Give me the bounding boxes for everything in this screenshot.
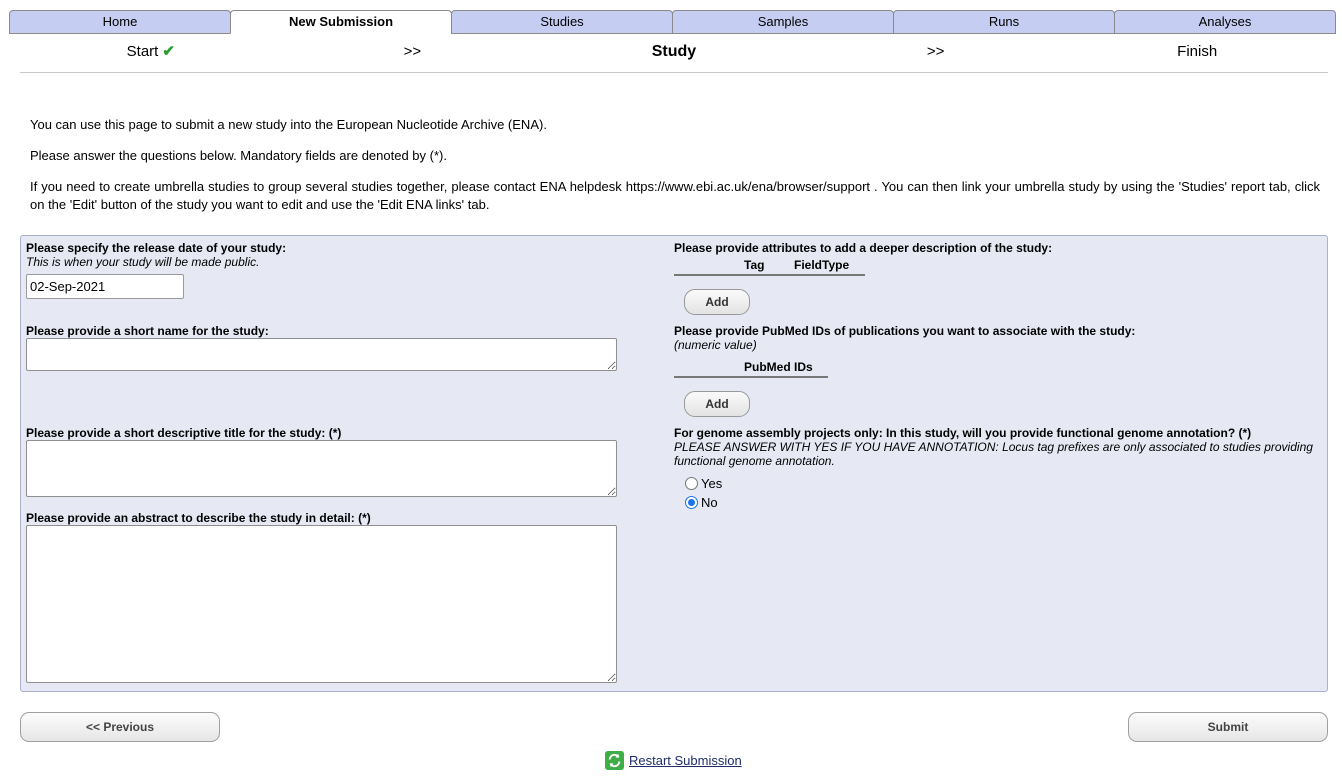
tab-home[interactable]: Home — [9, 10, 231, 34]
restart-submission[interactable]: Restart Submission — [605, 751, 742, 770]
abstract-field[interactable] — [26, 525, 617, 683]
tab-analyses[interactable]: Analyses — [1114, 10, 1336, 34]
study-form-panel: Please specify the release date of your … — [20, 235, 1328, 692]
radio-yes[interactable] — [685, 477, 698, 490]
pubmed-hint: (numeric value) — [674, 338, 757, 352]
annotation-yes-label: Yes — [701, 476, 723, 491]
release-date-hint: This is when your study will be made pub… — [26, 255, 260, 269]
release-date-input[interactable]: 02-Sep-2021 — [26, 274, 184, 299]
annotation-yes-option[interactable]: Yes — [685, 476, 722, 491]
restart-submission-link[interactable]: Restart Submission — [629, 753, 742, 768]
attributes-tag-column: Tag — [744, 258, 765, 272]
intro-text: You can use this page to submit a new st… — [30, 116, 1320, 227]
annotation-label: For genome assembly projects only: In th… — [674, 426, 1252, 440]
short-name-label: Please provide a short name for the stud… — [26, 324, 269, 338]
add-pubmed-button[interactable]: Add — [684, 391, 750, 417]
tab-studies[interactable]: Studies — [451, 10, 673, 34]
intro-line: If you need to create umbrella studies t… — [30, 179, 1320, 212]
refresh-icon[interactable] — [605, 751, 624, 770]
attributes-label: Please provide attributes to add a deepe… — [674, 241, 1053, 255]
pubmed-header-rule — [674, 376, 828, 378]
radio-no[interactable] — [685, 496, 698, 509]
step-start: Start ✔ — [20, 40, 282, 68]
attributes-fieldtype-column: FieldType — [794, 258, 850, 272]
intro-line: Please answer the questions below. Manda… — [30, 148, 447, 163]
step-current: Study — [651, 43, 697, 60]
annotation-no-option[interactable]: No — [685, 495, 718, 510]
step-separator: >> — [926, 43, 945, 60]
tab-samples[interactable]: Samples — [672, 10, 894, 34]
annotation-no-label: No — [701, 495, 718, 510]
title-field[interactable] — [26, 440, 617, 497]
main-tabs: Home New Submission Studies Samples Runs… — [9, 10, 1339, 34]
step-separator: >> — [403, 43, 422, 60]
step-start-label: Start — [126, 43, 159, 60]
abstract-label: Please provide an abstract to describe t… — [26, 511, 371, 525]
intro-line: You can use this page to submit a new st… — [30, 117, 547, 132]
attributes-header-rule — [674, 274, 865, 276]
pubmed-ids-column: PubMed IDs — [744, 360, 813, 374]
step-finish: Finish — [1177, 43, 1218, 60]
check-icon: ✔ — [162, 43, 175, 60]
title-label: Please provide a short descriptive title… — [26, 426, 342, 440]
short-name-field[interactable] — [26, 338, 617, 371]
add-attribute-button[interactable]: Add — [684, 289, 750, 315]
release-date-label: Please specify the release date of your … — [26, 241, 287, 255]
previous-button[interactable]: << Previous — [20, 712, 220, 742]
tab-new-submission[interactable]: New Submission — [230, 10, 452, 34]
tab-runs[interactable]: Runs — [893, 10, 1115, 34]
pubmed-label: Please provide PubMed IDs of publication… — [674, 324, 1136, 338]
wizard-steps: Start ✔ >> Study >> Finish — [20, 40, 1328, 68]
steps-divider — [20, 72, 1328, 73]
annotation-hint: PLEASE ANSWER WITH YES IF YOU HAVE ANNOT… — [674, 440, 1313, 468]
submit-button[interactable]: Submit — [1128, 712, 1328, 742]
